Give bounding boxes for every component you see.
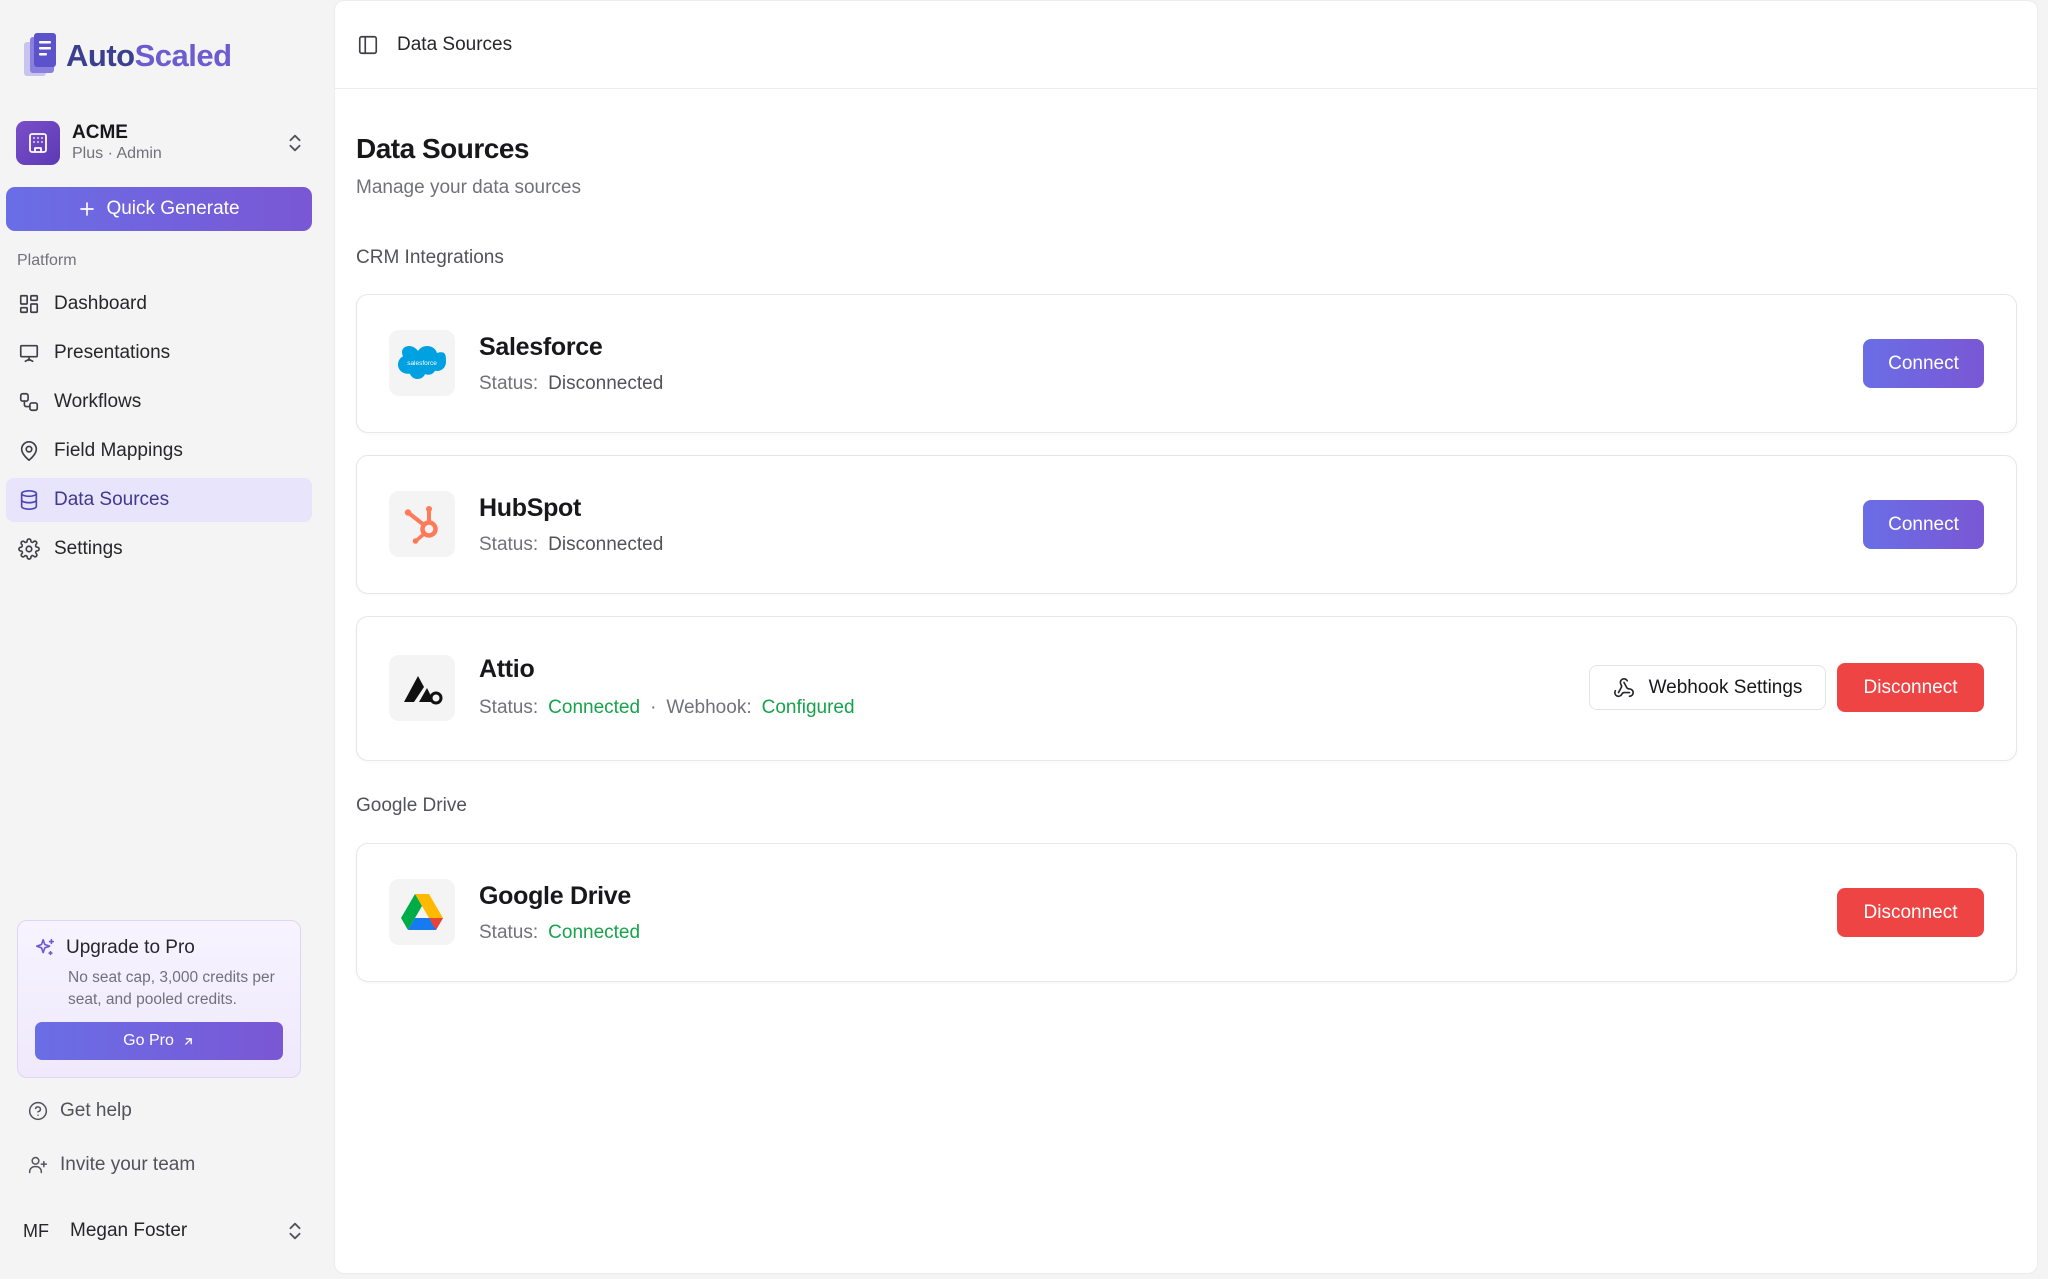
arrow-up-right-icon — [182, 1035, 195, 1048]
sidebar-item-label: Presentations — [54, 342, 171, 363]
status-value: Connected — [548, 922, 641, 943]
sidebar-item-field-mappings[interactable]: Field Mappings — [6, 429, 312, 473]
plus-icon — [78, 200, 96, 218]
status-value: Connected — [548, 697, 641, 718]
status-label: Status: — [479, 373, 539, 394]
integration-name: Google Drive — [479, 882, 631, 910]
go-pro-button[interactable]: Go Pro — [35, 1022, 283, 1060]
app-logo[interactable]: AutoScaled — [22, 30, 232, 82]
status-label: Status: — [479, 922, 539, 943]
quick-generate-button[interactable]: Quick Generate — [6, 187, 312, 231]
org-role: Plus · Admin — [72, 145, 162, 162]
status-label: Status: — [479, 697, 539, 718]
user-menu[interactable]: MF Megan Foster — [16, 1212, 306, 1250]
go-pro-label: Go Pro — [123, 1032, 174, 1049]
disconnect-google-drive-button[interactable]: Disconnect — [1837, 888, 1984, 937]
sidebar-item-label: Settings — [54, 538, 123, 559]
upgrade-title: Upgrade to Pro — [34, 937, 195, 959]
help-circle-icon — [28, 1101, 48, 1121]
integration-card-hubspot: HubSpot Status: Disconnected Connect — [356, 455, 2017, 594]
integration-name: Salesforce — [479, 333, 603, 361]
salesforce-logo-text: salesforce — [407, 360, 437, 367]
upgrade-title-text: Upgrade to Pro — [66, 937, 195, 958]
chevrons-up-down-icon — [284, 1220, 306, 1242]
dashboard-icon — [18, 293, 40, 315]
building-icon — [16, 121, 60, 165]
breadcrumb: Data Sources — [397, 33, 513, 55]
page-title: Data Sources — [356, 133, 529, 164]
map-pin-icon — [18, 440, 40, 462]
sidebar: AutoScaled ACME Plus · Admin Quick Gener… — [0, 0, 330, 1279]
sidebar-toggle-icon[interactable] — [357, 34, 379, 56]
nav-section-heading: Platform — [17, 252, 77, 269]
gear-icon — [18, 538, 40, 560]
webhook-settings-label: Webhook Settings — [1648, 676, 1803, 698]
hubspot-logo-icon — [389, 491, 455, 557]
sidebar-item-workflows[interactable]: Workflows — [6, 380, 312, 424]
logo-text-scaled: Scaled — [134, 38, 232, 73]
chevrons-up-down-icon — [284, 132, 306, 154]
invite-team-label: Invite your team — [60, 1154, 196, 1175]
topbar: Data Sources — [335, 1, 2037, 89]
integration-name: HubSpot — [479, 494, 582, 522]
sidebar-item-dashboard[interactable]: Dashboard — [6, 282, 312, 326]
sidebar-item-label: Field Mappings — [54, 440, 183, 461]
connect-salesforce-button[interactable]: Connect — [1863, 339, 1984, 388]
status-value: Disconnected — [548, 373, 664, 394]
google-drive-logo-icon — [389, 879, 455, 945]
integration-name: Attio — [479, 655, 535, 683]
integration-status: Status: Connected · Webhook: Configured — [479, 697, 855, 719]
sidebar-nav: Dashboard Presentations Workflows Field … — [6, 282, 312, 576]
webhook-value: Configured — [761, 697, 855, 718]
org-switcher[interactable]: ACME Plus · Admin — [16, 118, 306, 168]
main-panel: Data Sources Data Sources Manage your da… — [334, 0, 2038, 1274]
webhook-settings-button[interactable]: Webhook Settings — [1589, 665, 1826, 710]
webhook-label: Webhook: — [666, 697, 752, 718]
avatar: MF — [23, 1220, 49, 1241]
sidebar-item-label: Workflows — [54, 391, 142, 412]
connect-hubspot-button[interactable]: Connect — [1863, 500, 1984, 549]
integration-card-attio: Attio Status: Connected · Webhook: Confi… — [356, 616, 2017, 761]
logo-text: AutoScaled — [66, 38, 232, 74]
logo-icon — [22, 32, 58, 80]
quick-generate-label: Quick Generate — [106, 198, 240, 219]
workflow-icon — [18, 391, 40, 413]
org-name: ACME — [72, 122, 128, 143]
webhook-icon — [1613, 677, 1635, 699]
sparkles-icon — [34, 937, 56, 959]
invite-team-link[interactable]: Invite your team — [28, 1150, 195, 1180]
sidebar-item-data-sources[interactable]: Data Sources — [6, 478, 312, 522]
logo-text-auto: Auto — [66, 38, 135, 73]
org-text: ACME Plus · Admin — [72, 122, 284, 164]
status-value: Disconnected — [548, 534, 664, 555]
integration-card-salesforce: salesforce Salesforce Status: Disconnect… — [356, 294, 2017, 433]
user-plus-icon — [28, 1155, 48, 1175]
get-help-label: Get help — [60, 1100, 132, 1121]
page-subtitle: Manage your data sources — [356, 177, 581, 198]
sidebar-item-label: Data Sources — [54, 489, 170, 510]
sidebar-item-presentations[interactable]: Presentations — [6, 331, 312, 375]
user-name: Megan Foster — [70, 1220, 188, 1241]
sidebar-item-label: Dashboard — [54, 293, 147, 314]
integration-card-google-drive: Google Drive Status: Connected Disconnec… — [356, 843, 2017, 982]
section-label-crm: CRM Integrations — [356, 247, 504, 268]
disconnect-attio-button[interactable]: Disconnect — [1837, 663, 1984, 712]
integration-status: Status: Disconnected — [479, 373, 663, 395]
sidebar-item-settings[interactable]: Settings — [6, 527, 312, 571]
status-label: Status: — [479, 534, 539, 555]
upgrade-description: No seat cap, 3,000 credits per seat, and… — [68, 969, 275, 1008]
integration-status: Status: Disconnected — [479, 534, 663, 556]
integration-status: Status: Connected — [479, 922, 640, 944]
database-icon — [18, 489, 40, 511]
upgrade-card: Upgrade to Pro No seat cap, 3,000 credit… — [17, 920, 301, 1078]
section-label-drive: Google Drive — [356, 795, 467, 816]
status-separator: · — [650, 697, 657, 718]
presentation-icon — [18, 342, 40, 364]
get-help-link[interactable]: Get help — [28, 1096, 132, 1126]
salesforce-logo-icon: salesforce — [389, 330, 455, 396]
attio-logo-icon — [389, 655, 455, 721]
